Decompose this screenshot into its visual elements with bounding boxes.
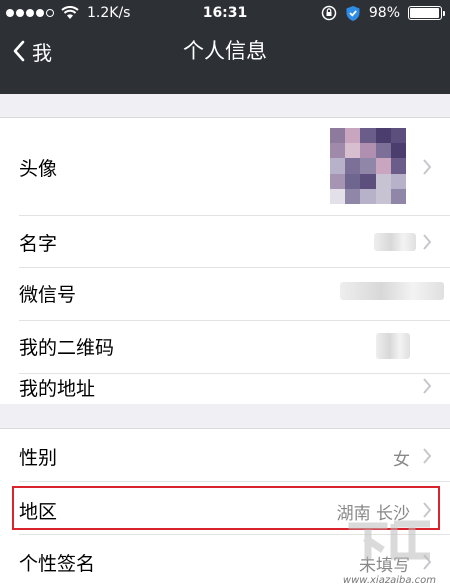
row-label: 头像 — [19, 158, 58, 180]
row-gender[interactable]: 性别 女 — [0, 429, 450, 481]
row-label: 名字 — [19, 233, 58, 255]
status-right: 98% — [321, 0, 445, 26]
row-avatar[interactable]: 头像 — [0, 118, 450, 215]
row-label: 我的地址 — [19, 378, 96, 400]
page-title: 个人信息 — [183, 39, 267, 63]
rotation-lock-icon — [321, 5, 337, 21]
battery-percent: 98% — [368, 5, 400, 21]
row-label: 性别 — [19, 447, 58, 469]
redacted-qr-code — [376, 333, 410, 359]
battery-icon — [408, 6, 445, 20]
row-value: 未填写 — [359, 556, 410, 576]
row-label: 微信号 — [19, 284, 77, 306]
chevron-right-icon — [423, 502, 432, 518]
details-section: 性别 女 地区 湖南 长沙 个性签名 未填写 — [0, 428, 450, 588]
row-region[interactable]: 地区 湖南 长沙 — [0, 482, 450, 534]
avatar — [330, 128, 406, 204]
chevron-right-icon — [423, 448, 432, 464]
chevron-right-icon — [423, 554, 432, 570]
shield-icon — [346, 5, 360, 21]
chevron-right-icon — [423, 378, 432, 394]
row-value: 女 — [393, 450, 410, 470]
row-label: 我的二维码 — [19, 337, 115, 359]
row-my-address[interactable]: 我的地址 — [0, 374, 450, 404]
watermark-text: www.xiazaiba.com — [342, 575, 436, 586]
navigation-bar: 我 个人信息 — [0, 26, 450, 94]
redacted-name — [374, 233, 416, 251]
profile-section: 头像 名字 微信号 我的二维码 我的地址 — [0, 117, 450, 404]
row-value: 湖南 长沙 — [336, 504, 410, 524]
row-label: 地区 — [19, 501, 58, 523]
redacted-wechat-id — [340, 282, 444, 300]
chevron-right-icon — [423, 234, 432, 250]
status-bar: 1.2K/s 16:31 98% — [0, 0, 450, 26]
chevron-right-icon — [423, 159, 432, 175]
top-bar: 1.2K/s 16:31 98% 我 个人信息 — [0, 0, 450, 94]
row-name[interactable]: 名字 — [0, 216, 450, 267]
row-wechat-id[interactable]: 微信号 — [0, 268, 450, 320]
row-qr-code[interactable]: 我的二维码 — [0, 321, 450, 373]
row-label: 个性签名 — [19, 553, 96, 575]
